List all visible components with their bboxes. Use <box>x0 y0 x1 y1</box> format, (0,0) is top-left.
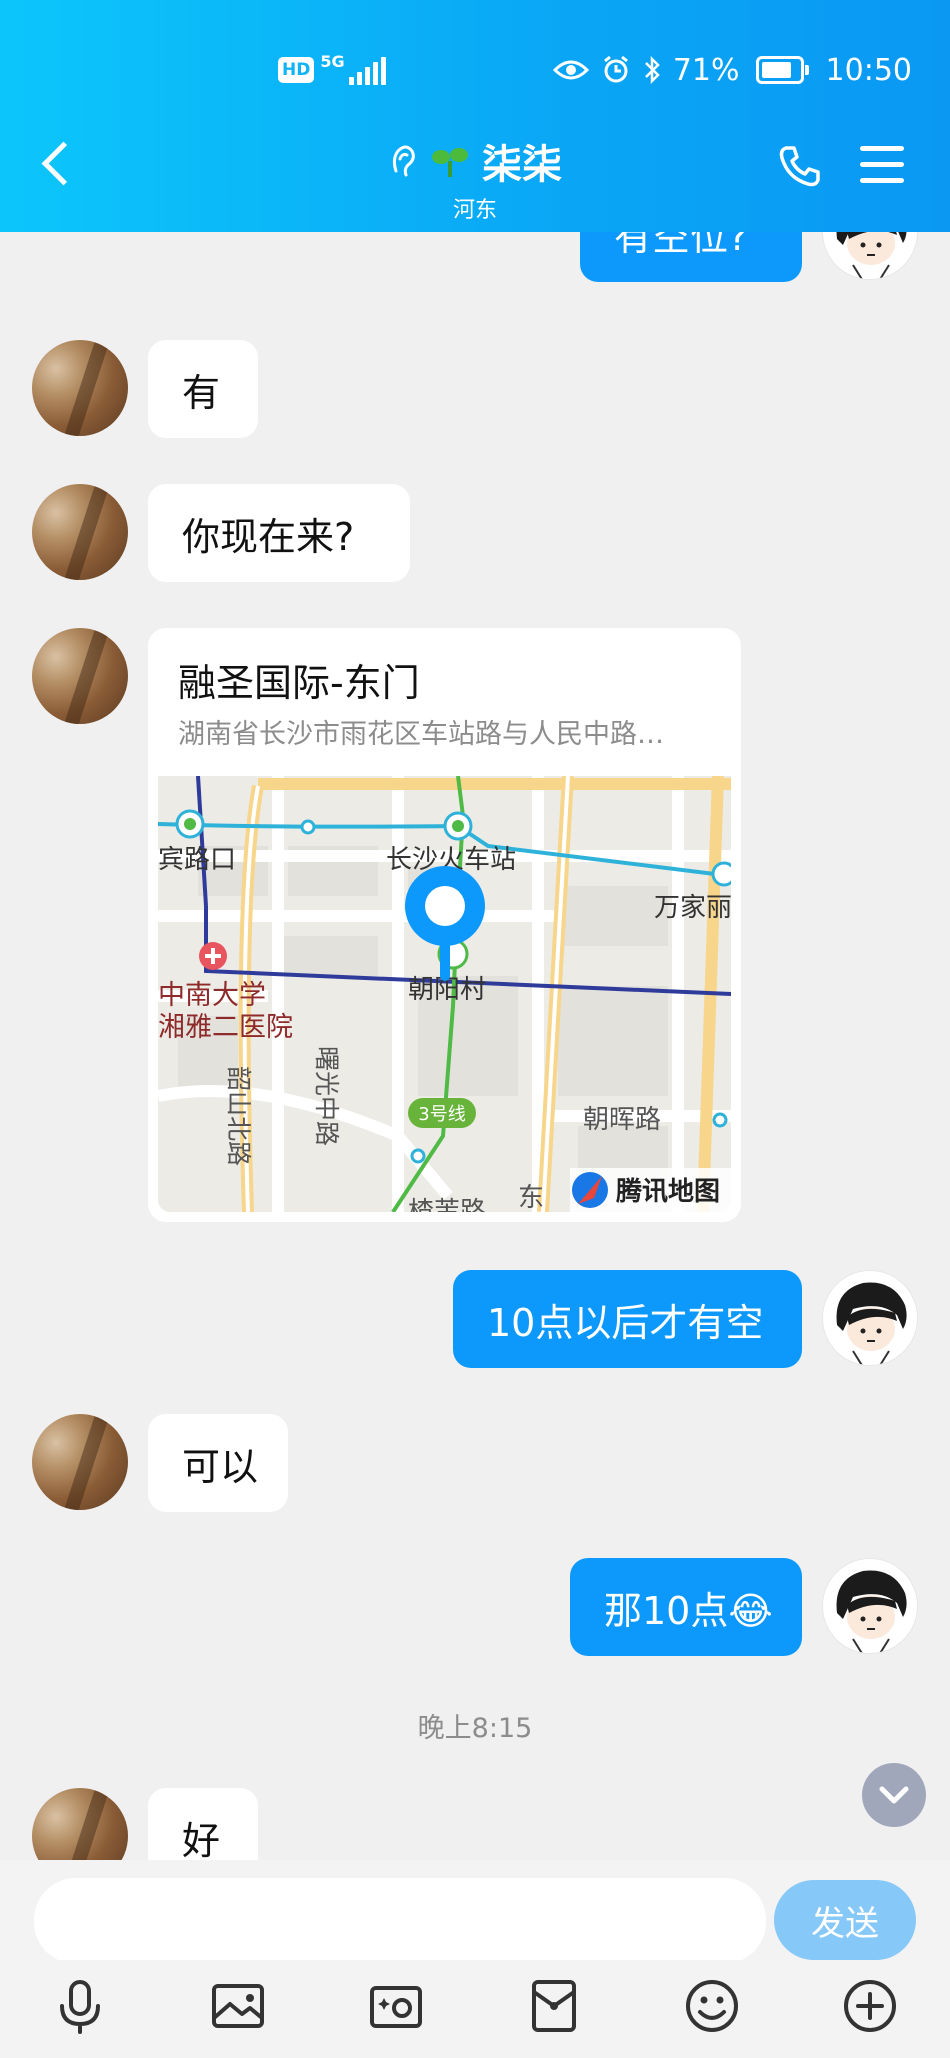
camera-icon[interactable] <box>364 1974 428 2038</box>
emoji-icon[interactable] <box>680 1974 744 2038</box>
status-bar-network: HD 5G <box>278 48 386 92</box>
my-avatar[interactable] <box>822 1558 918 1654</box>
ear-icon <box>392 145 415 177</box>
map-label: 万家丽 <box>654 893 731 923</box>
message-text: 10点以后才有空 <box>487 1300 764 1345</box>
input-toolbar <box>0 1960 950 2058</box>
map-label: 东 <box>518 1183 544 1212</box>
status-time: 10:50 <box>825 52 912 88</box>
menu-icon[interactable] <box>860 142 904 186</box>
map-provider-label: 腾讯地图 <box>616 1177 720 1207</box>
message-text: 可以 <box>182 1444 259 1489</box>
map-label: 3号线 <box>418 1104 465 1125</box>
message-text: 你现在来? <box>182 514 355 559</box>
cartoon-boy-icon <box>823 1559 917 1653</box>
microphone-icon[interactable] <box>48 1974 112 2038</box>
map-label: 曙光中路 <box>312 1046 341 1146</box>
bluetooth-icon <box>644 55 660 85</box>
contact-name: 柒柒 <box>482 142 562 188</box>
map-label: 湘雅二医院 <box>158 1012 293 1043</box>
alarm-icon <box>603 55 628 83</box>
chevron-down-icon <box>879 1786 909 1804</box>
message-input[interactable] <box>34 1878 766 1964</box>
input-bar: 发送 <box>0 1860 950 1964</box>
message-bubble-incoming[interactable]: 可以 <box>148 1414 288 1512</box>
cartoon-boy-icon <box>823 1271 917 1365</box>
chat-message-list[interactable]: 有空位? 有 你现在来? 融圣国际-东门 湖南省长沙市雨花区车站路与人民中路… <box>0 232 950 1860</box>
my-avatar[interactable] <box>822 1270 918 1366</box>
map-label: 韶山北路 <box>224 1066 253 1166</box>
message-bubble-outgoing[interactable]: 那10点😂 <box>570 1558 802 1656</box>
message-bubble-outgoing[interactable]: 有空位? <box>580 232 802 282</box>
battery-percent: 71% <box>672 52 740 88</box>
image-icon[interactable] <box>206 1974 270 2038</box>
sprout-icon <box>432 148 468 177</box>
network-type: 5G <box>320 52 345 71</box>
status-bar-right: 71% 10:50 <box>552 48 912 92</box>
map-label: 楂芾路 <box>408 1197 486 1212</box>
my-avatar[interactable] <box>822 232 918 280</box>
contact-avatar[interactable] <box>32 1788 128 1860</box>
location-title: 融圣国际-东门 <box>178 661 420 705</box>
contact-avatar[interactable] <box>32 484 128 580</box>
location-address: 湖南省长沙市雨花区车站路与人民中路… <box>178 719 664 750</box>
location-card[interactable]: 融圣国际-东门 湖南省长沙市雨花区车站路与人民中路… 宾路口 长沙火车站 万家丽… <box>148 628 741 1222</box>
map-label: 朝晖路 <box>583 1105 661 1135</box>
eye-icon <box>552 60 589 80</box>
battery-icon <box>755 56 809 84</box>
message-bubble-incoming[interactable]: 有 <box>148 340 258 438</box>
red-packet-icon[interactable] <box>522 1974 586 2038</box>
message-text: 有 <box>182 370 221 415</box>
scroll-to-bottom-button[interactable] <box>862 1763 926 1827</box>
message-timestamp: 晚上8:15 <box>417 1713 533 1744</box>
hd-badge: HD <box>278 57 315 83</box>
message-text: 那10点😂 <box>604 1588 773 1633</box>
message-text: 有空位? <box>614 232 749 259</box>
message-text: 好 <box>182 1818 221 1861</box>
chat-header: HD 5G 71% 10:50 柒柒 河东 <box>0 0 950 232</box>
contact-avatar[interactable] <box>32 340 128 436</box>
tencent-map-logo: 腾讯地图 <box>570 1168 731 1212</box>
contact-avatar[interactable] <box>32 1414 128 1510</box>
send-button[interactable]: 发送 <box>774 1880 916 1960</box>
message-bubble-outgoing[interactable]: 10点以后才有空 <box>453 1270 802 1368</box>
cartoon-boy-icon <box>823 232 917 279</box>
contact-avatar[interactable] <box>32 628 128 724</box>
map-label: 中南大学 <box>158 980 266 1011</box>
phone-icon[interactable] <box>776 142 824 190</box>
location-map[interactable]: 宾路口 长沙火车站 万家丽 中南大学 湘雅二医院 朝阳村 曙光中路 韶山北路 3… <box>158 776 731 1212</box>
map-label: 宾路口 <box>158 845 236 875</box>
contact-subtitle: 河东 <box>452 198 497 223</box>
plus-icon[interactable] <box>838 1974 902 2038</box>
signal-icon <box>348 55 386 85</box>
message-bubble-incoming[interactable]: 好 <box>148 1788 258 1860</box>
message-bubble-incoming[interactable]: 你现在来? <box>148 484 410 582</box>
